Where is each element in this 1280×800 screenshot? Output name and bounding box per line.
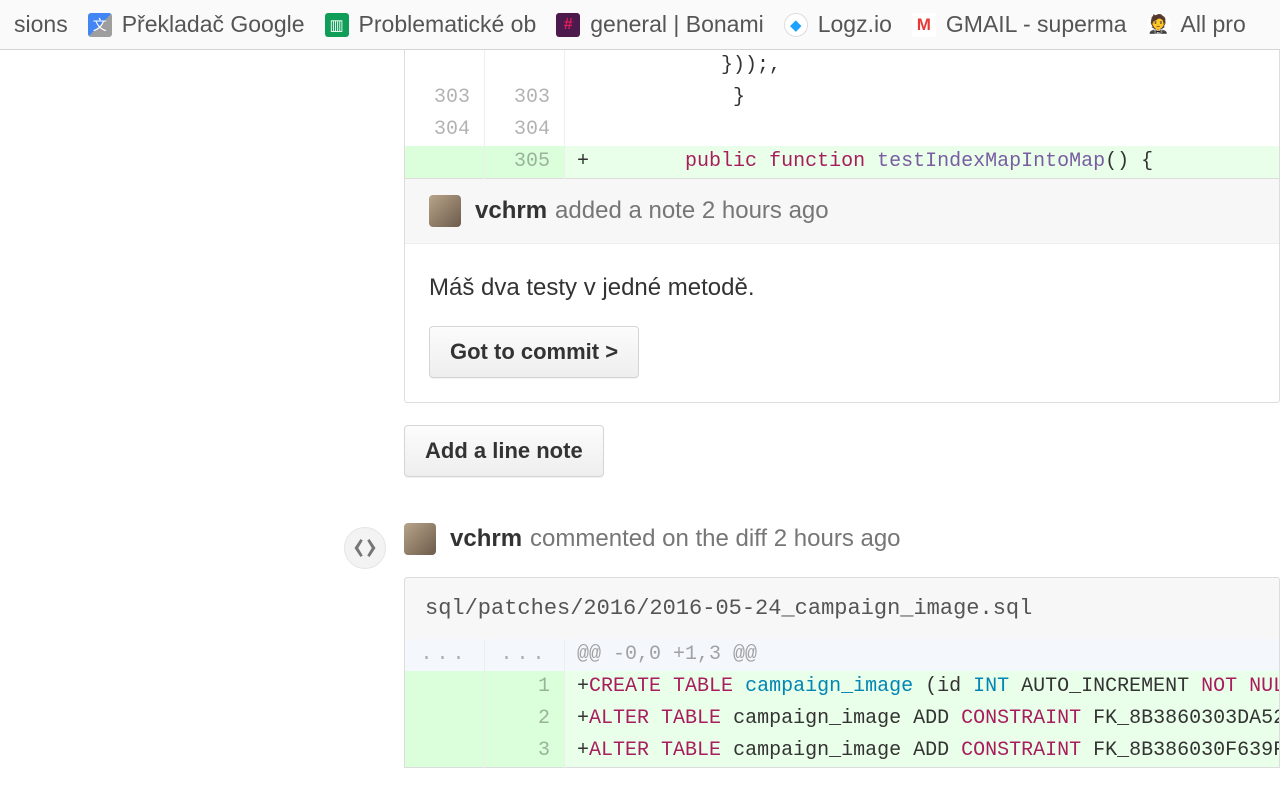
code-line: +ALTER TABLE campaign_image ADD CONSTRAI… — [565, 735, 1280, 768]
line-number-new[interactable]: 303 — [485, 82, 565, 114]
gmail-icon — [912, 13, 936, 37]
diff-icon — [344, 527, 386, 569]
line-number-old[interactable] — [405, 671, 485, 703]
bookmark-item[interactable]: sions — [4, 0, 78, 49]
timeline-action: commented on the diff — [530, 525, 767, 553]
line-number-new[interactable]: 1 — [485, 671, 565, 703]
code-line: } — [565, 82, 1280, 114]
diff-table-1: }));, 303303 }304304 305+ public functio… — [404, 50, 1280, 179]
code-line: +ALTER TABLE campaign_image ADD CONSTRAI… — [565, 703, 1280, 735]
comment-time[interactable]: 2 hours ago — [702, 197, 829, 225]
code-line: +CREATE TABLE campaign_image (id INT AUT… — [565, 671, 1280, 703]
line-number-new[interactable]: 304 — [485, 114, 565, 146]
diff-row: 304304 — [405, 114, 1280, 146]
diff-row: 1+CREATE TABLE campaign_image (id INT AU… — [405, 671, 1280, 703]
bookmark-label: general | Bonami — [590, 11, 763, 38]
diff-hunk-header: ... ... @@ -0,0 +1,3 @@ — [405, 639, 1280, 671]
bookmark-item[interactable]: GMAIL - superma — [902, 0, 1137, 49]
line-number-new[interactable]: 305 — [485, 146, 565, 179]
hunk-text: @@ -0,0 +1,3 @@ — [565, 639, 1280, 671]
diff-row: 305+ public function testIndexMapIntoMap… — [405, 146, 1280, 179]
bookmark-label: Překladač Google — [122, 11, 305, 38]
avatar — [429, 195, 461, 227]
add-line-note-button[interactable]: Add a line note — [404, 425, 604, 477]
diff-table-2: ... ... @@ -0,0 +1,3 @@ 1+CREATE TABLE c… — [404, 639, 1280, 768]
comment-action: added a note — [555, 197, 695, 225]
jenkins-icon — [1147, 13, 1171, 37]
timeline-header: vchrm commented on the diff 2 hours ago — [404, 523, 1280, 555]
code-line — [565, 114, 1280, 146]
line-number-old[interactable]: 303 — [405, 82, 485, 114]
comment-author[interactable]: vchrm — [475, 197, 547, 225]
line-number-new[interactable]: 3 — [485, 735, 565, 768]
bookmark-label: All pro — [1181, 11, 1246, 38]
bookmark-item[interactable]: All pro — [1137, 0, 1256, 49]
bookmarks-bar: sions Překladač Google Problematické ob gen… — [0, 0, 1280, 50]
line-number-old[interactable] — [405, 703, 485, 735]
bookmark-label: Logz.io — [818, 11, 892, 38]
line-number-old[interactable] — [405, 146, 485, 179]
timeline-event: vchrm commented on the diff 2 hours ago … — [404, 523, 1280, 768]
bookmark-item[interactable]: Logz.io — [774, 0, 902, 49]
bookmark-label: GMAIL - superma — [946, 11, 1127, 38]
inline-comment: vchrm added a note 2 hours ago Máš dva t… — [404, 179, 1280, 403]
gtranslate-icon — [88, 13, 112, 37]
bookmark-label: sions — [14, 11, 68, 38]
avatar — [404, 523, 436, 555]
diff-row: 3+ALTER TABLE campaign_image ADD CONSTRA… — [405, 735, 1280, 768]
logz-icon — [784, 13, 808, 37]
timeline-author[interactable]: vchrm — [450, 525, 522, 553]
line-number-new[interactable]: 2 — [485, 703, 565, 735]
bookmark-item[interactable]: Překladač Google — [78, 0, 315, 49]
code-line: }));, — [565, 50, 1280, 82]
go-to-commit-button[interactable]: Got to commit > — [429, 326, 639, 378]
slack-icon — [556, 13, 580, 37]
bookmark-label: Problematické ob — [359, 11, 537, 38]
line-number-old[interactable]: 304 — [405, 114, 485, 146]
bookmark-item[interactable]: Problematické ob — [315, 0, 547, 49]
comment-body: Máš dva testy v jedné metodě. — [405, 244, 1279, 326]
inline-comment-header: vchrm added a note 2 hours ago — [405, 179, 1279, 244]
line-number-old[interactable] — [405, 735, 485, 768]
file-path[interactable]: sql/patches/2016/2016-05-24_campaign_ima… — [404, 577, 1280, 639]
diff-row: 2+ALTER TABLE campaign_image ADD CONSTRA… — [405, 703, 1280, 735]
code-line: + public function testIndexMapIntoMap() … — [565, 146, 1280, 179]
bookmark-item[interactable]: general | Bonami — [546, 0, 773, 49]
diff-row: }));, — [405, 50, 1280, 82]
timeline-time[interactable]: 2 hours ago — [774, 525, 901, 553]
sheets-icon — [325, 13, 349, 37]
diff-row: 303303 } — [405, 82, 1280, 114]
